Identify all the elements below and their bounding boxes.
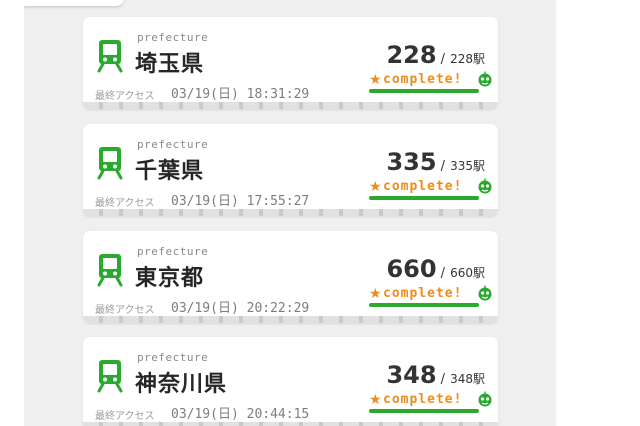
last-access-time: 03/19(日) 18:31:29: [171, 87, 310, 102]
station-unit: 駅: [472, 52, 485, 66]
last-access-time: 03/19(日) 20:44:15: [171, 407, 310, 422]
train-icon: [97, 40, 123, 73]
prefecture-card-kanagawa[interactable]: prefecture 神奈川県 最終アクセス 03/19(日) 20:44:15…: [83, 337, 498, 426]
card-bottom-stripe: [83, 422, 498, 426]
progress-bar: [369, 303, 479, 307]
mascot-icon: [478, 285, 492, 301]
station-unit: 駅: [472, 266, 485, 280]
prefecture-card-chiba[interactable]: prefecture 千葉県 最終アクセス 03/19(日) 17:55:27 …: [83, 124, 498, 216]
prefecture-tag: prefecture: [137, 351, 209, 364]
card-bottom-stripe: [83, 316, 498, 323]
train-icon: [97, 360, 123, 393]
previous-card-edge: [24, 0, 124, 6]
train-icon: [97, 147, 123, 180]
visited-count: 228: [386, 41, 437, 69]
complete-badge: ★ complete!: [369, 178, 493, 200]
prefecture-tag: prefecture: [137, 31, 209, 44]
total-count: 228: [450, 52, 473, 66]
prefecture-card-tokyo[interactable]: prefecture 東京都 最終アクセス 03/19(日) 20:22:29 …: [83, 231, 498, 323]
complete-label: complete!: [383, 72, 463, 87]
prefecture-list-panel[interactable]: prefecture 埼玉県 最終アクセス 03/19(日) 18:31:29 …: [24, 0, 556, 426]
prefecture-name: 東京都: [135, 266, 205, 291]
star-icon: ★: [369, 179, 382, 195]
total-count: 335: [450, 159, 473, 173]
card-bottom-stripe: [83, 209, 498, 216]
station-count: 660/ 660駅: [386, 255, 485, 283]
complete-badge: ★ complete!: [369, 71, 493, 93]
prefecture-card-saitama[interactable]: prefecture 埼玉県 最終アクセス 03/19(日) 18:31:29 …: [83, 17, 498, 109]
station-count: 335/ 335駅: [386, 148, 485, 176]
last-access-label: 最終アクセス: [95, 198, 155, 209]
last-access-time: 03/19(日) 20:22:29: [171, 301, 310, 316]
prefecture-name: 千葉県: [135, 159, 205, 184]
mascot-icon: [478, 391, 492, 407]
last-access-label: 最終アクセス: [95, 305, 155, 316]
prefecture-tag: prefecture: [137, 245, 209, 258]
station-unit: 駅: [472, 159, 485, 173]
total-count: 660: [450, 266, 473, 280]
last-access-time: 03/19(日) 17:55:27: [171, 194, 310, 209]
station-count: 348/ 348駅: [386, 361, 485, 389]
star-icon: ★: [369, 392, 382, 408]
prefecture-name: 埼玉県: [135, 52, 205, 77]
progress-bar: [369, 196, 479, 200]
count-separator: /: [440, 372, 445, 387]
complete-label: complete!: [383, 286, 463, 301]
count-separator: /: [440, 266, 445, 281]
visited-count: 660: [386, 255, 437, 283]
star-icon: ★: [369, 286, 382, 302]
train-icon: [97, 254, 123, 287]
total-count: 348: [450, 372, 473, 386]
complete-label: complete!: [383, 179, 463, 194]
mascot-icon: [478, 178, 492, 194]
screen: prefecture 埼玉県 最終アクセス 03/19(日) 18:31:29 …: [0, 0, 640, 426]
last-access-label: 最終アクセス: [95, 91, 155, 102]
star-icon: ★: [369, 72, 382, 88]
complete-badge: ★ complete!: [369, 285, 493, 307]
count-separator: /: [440, 52, 445, 67]
prefecture-name: 神奈川県: [135, 372, 228, 397]
visited-count: 348: [386, 361, 437, 389]
card-bottom-stripe: [83, 102, 498, 109]
last-access-label: 最終アクセス: [95, 411, 155, 422]
visited-count: 335: [386, 148, 437, 176]
progress-bar: [369, 89, 479, 93]
count-separator: /: [440, 159, 445, 174]
mascot-icon: [478, 71, 492, 87]
complete-label: complete!: [383, 392, 463, 407]
complete-badge: ★ complete!: [369, 391, 493, 413]
station-unit: 駅: [472, 372, 485, 386]
prefecture-tag: prefecture: [137, 138, 209, 151]
station-count: 228/ 228駅: [386, 41, 485, 69]
progress-bar: [369, 409, 479, 413]
